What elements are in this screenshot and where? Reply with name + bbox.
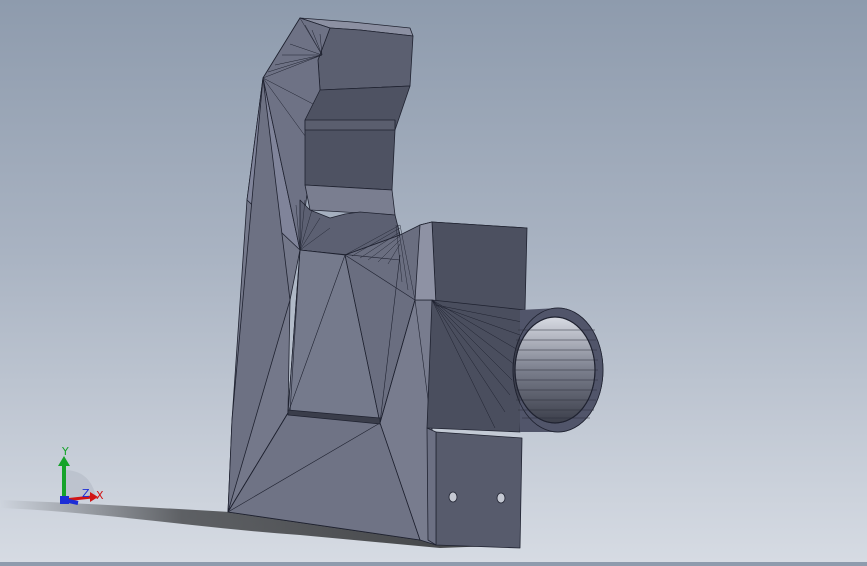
model-canvas[interactable]: Y X Z	[0, 0, 867, 562]
block-front	[431, 221, 528, 311]
mounting-hole-left	[448, 491, 458, 503]
triad-x-label: X	[96, 489, 104, 502]
part-slot-back	[304, 85, 411, 191]
part-slot-inner-top	[304, 119, 396, 131]
part-top-arm-right	[317, 27, 414, 91]
reference-triad[interactable]: Y X Z	[58, 445, 104, 505]
graphics-viewport[interactable]: Y X Z	[0, 0, 867, 562]
mounting-hole-right	[496, 492, 506, 504]
triad-z-label: Z	[82, 487, 90, 500]
bottom-block-left	[426, 427, 437, 546]
bottom-block-front	[435, 431, 523, 549]
cylinder-boss	[512, 307, 604, 433]
triad-origin	[60, 496, 69, 504]
part-slot-bottom	[304, 184, 396, 216]
cad-part[interactable]	[227, 17, 604, 549]
triad-y-label: Y	[61, 445, 69, 458]
